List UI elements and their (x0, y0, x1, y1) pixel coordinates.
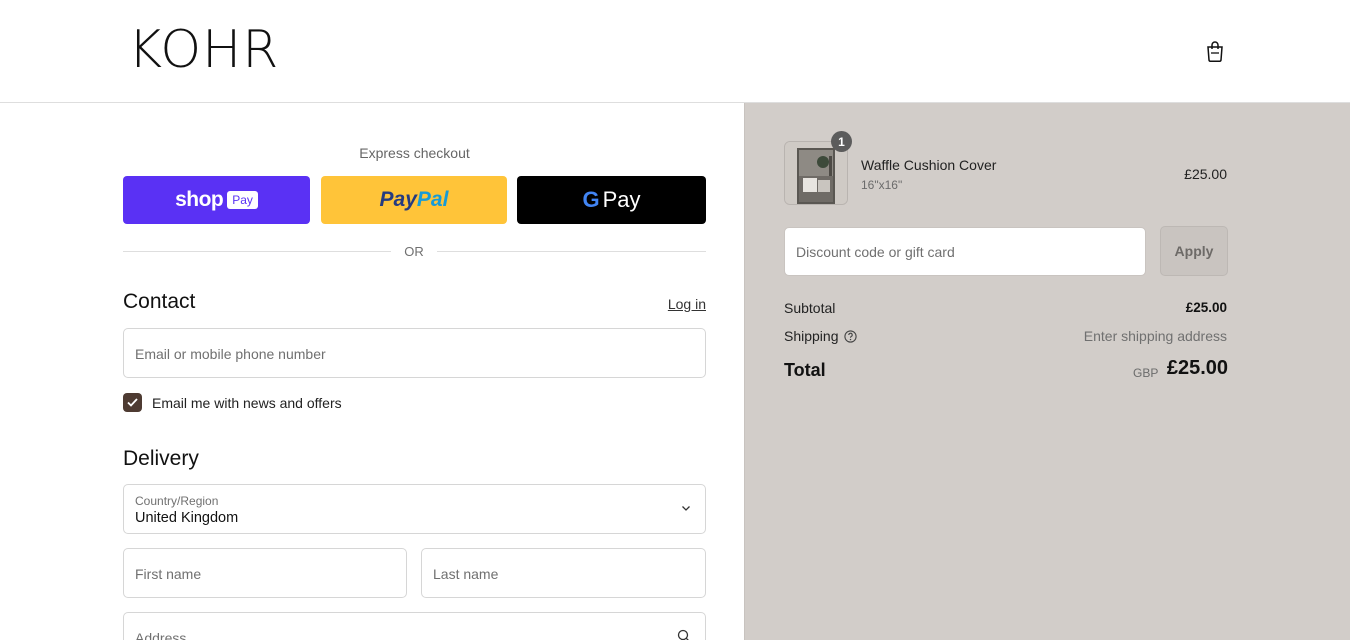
google-pay-button[interactable]: G Pay (517, 176, 706, 224)
last-name-placeholder: Last name (433, 566, 499, 582)
address-placeholder: Address (135, 630, 187, 640)
subtotal-value: £25.00 (1185, 300, 1227, 315)
help-circle-icon[interactable] (844, 330, 857, 343)
last-name-field[interactable]: Last name (421, 548, 706, 598)
shipping-label: Shipping (784, 328, 839, 344)
shipping-value: Enter shipping address (1083, 328, 1227, 344)
total-value: £25.00 (1166, 357, 1228, 379)
shopping-bag-icon[interactable] (1206, 40, 1224, 62)
newsletter-checkbox[interactable] (123, 393, 142, 412)
search-icon (677, 629, 689, 640)
order-summary: 1 Waffle Cushion Cover 16"x16" £25.00 Di… (744, 103, 1350, 640)
checkmark-icon (127, 398, 138, 407)
product-price: £25.00 (1184, 166, 1227, 182)
or-divider: OR (404, 244, 424, 259)
delivery-heading: Delivery (123, 447, 199, 470)
paypal-wordmark: PayPal (379, 188, 449, 211)
address-field[interactable]: Address (123, 612, 706, 640)
google-g-icon: G (582, 187, 600, 212)
chevron-down-icon (682, 506, 690, 511)
apply-button[interactable]: Apply (1160, 226, 1228, 276)
currency-code: GBP (1133, 366, 1159, 380)
newsletter-label: Email me with news and offers (152, 395, 342, 411)
express-checkout-title: Express checkout (359, 145, 470, 161)
discount-placeholder: Discount code or gift card (796, 244, 955, 260)
first-name-field[interactable]: First name (123, 548, 407, 598)
product-name: Waffle Cushion Cover (861, 157, 997, 173)
divider-left (123, 251, 391, 252)
country-value: United Kingdom (135, 510, 239, 526)
contact-heading: Contact (123, 290, 196, 313)
quantity-badge: 1 (831, 131, 852, 152)
shop-pay-wordmark: shop (175, 188, 224, 211)
paypal-button[interactable]: PayPal (321, 176, 507, 224)
divider-right (437, 251, 706, 252)
total-label: Total (784, 360, 826, 380)
discount-input[interactable]: Discount code or gift card (784, 227, 1146, 276)
product-variant: 16"x16" (861, 178, 903, 192)
store-logo[interactable]: KOHR (128, 24, 279, 76)
email-placeholder: Email or mobile phone number (135, 346, 326, 362)
shop-pay-badge: Pay (227, 191, 258, 209)
login-link[interactable]: Log in (640, 296, 706, 312)
subtotal-label: Subtotal (784, 300, 836, 316)
first-name-placeholder: First name (135, 566, 202, 582)
email-field[interactable]: Email or mobile phone number (123, 328, 706, 378)
google-pay-word: Pay (602, 187, 641, 212)
country-select[interactable]: Country/Region United Kingdom (123, 484, 706, 534)
header: KOHR (0, 0, 1350, 103)
checkout-form: Express checkout shop Pay PayPal G Pay O… (0, 103, 744, 640)
shop-pay-button[interactable]: shop Pay (123, 176, 310, 224)
country-label: Country/Region (135, 494, 219, 508)
